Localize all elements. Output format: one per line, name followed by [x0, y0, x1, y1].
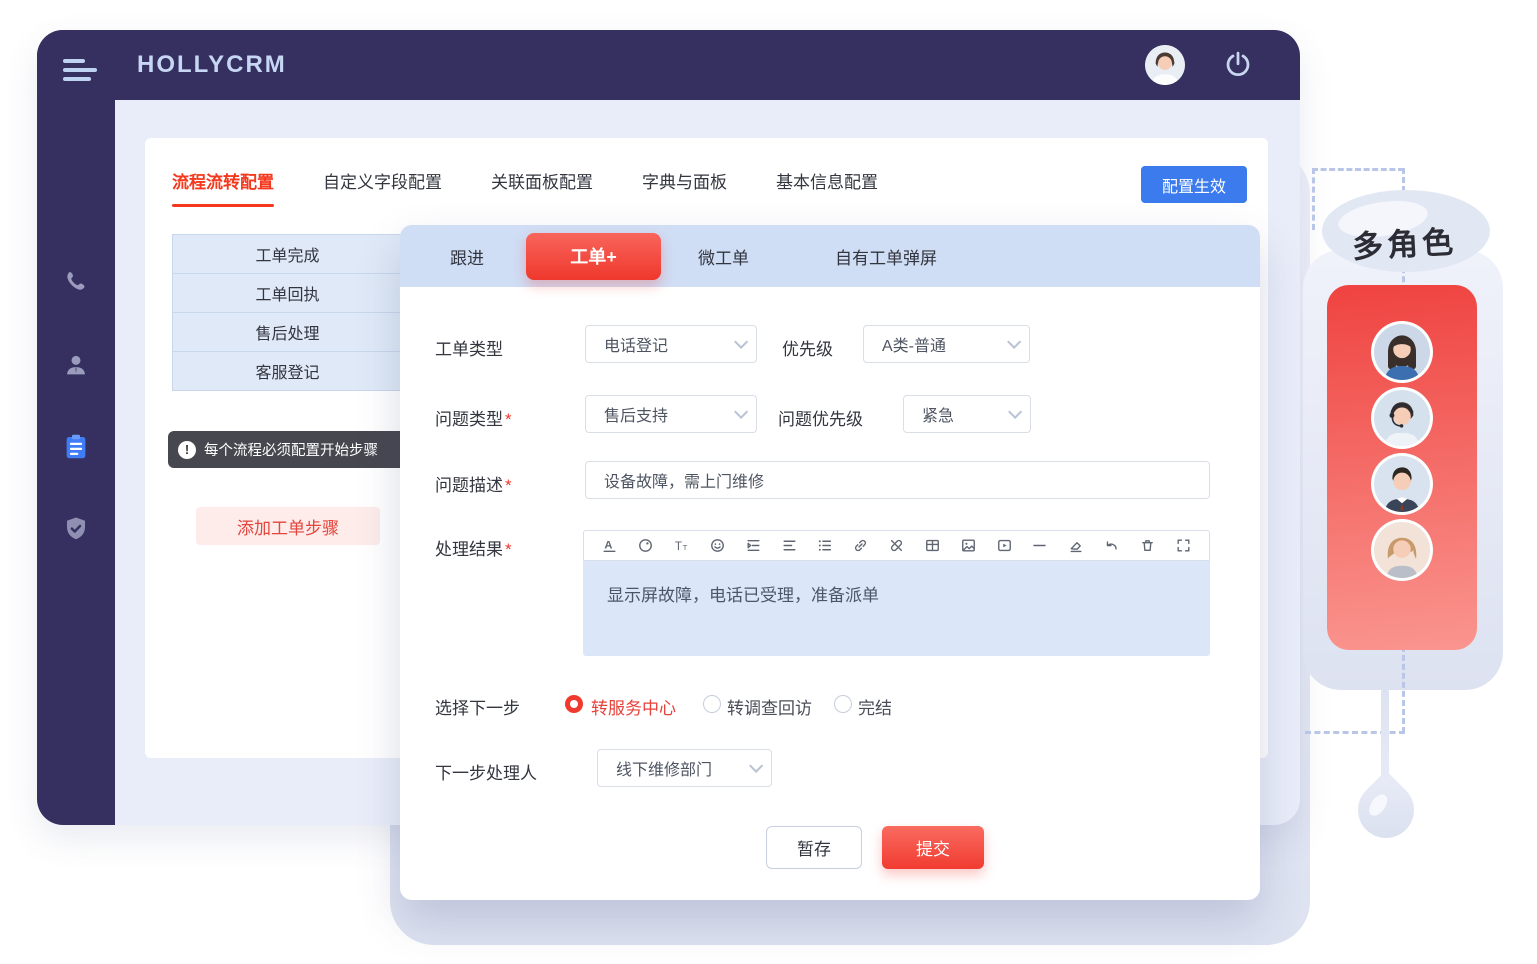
image-icon[interactable]: [952, 534, 984, 558]
next-handler-label: 下一步处理人: [435, 759, 537, 784]
save-draft-button[interactable]: 暂存: [766, 826, 862, 869]
roles-panel: [1327, 285, 1477, 650]
align-icon[interactable]: [773, 534, 805, 558]
chevron-down-icon: [734, 335, 748, 349]
table-icon[interactable]: [916, 534, 948, 558]
fullscreen-icon[interactable]: [1167, 534, 1199, 558]
tab-basic-info[interactable]: 基本信息配置: [776, 168, 878, 207]
radio-service-center-label[interactable]: 转服务中心: [591, 694, 676, 719]
editor-content[interactable]: 显示屏故障，电话已受理，准备派单: [583, 561, 1210, 656]
flow-item-register[interactable]: 客服登记: [172, 351, 403, 391]
warning-icon: !: [178, 441, 196, 459]
radio-finish-label[interactable]: 完结: [858, 694, 892, 719]
tab-linked-panel[interactable]: 关联面板配置: [491, 168, 593, 207]
sidebar-icons: [37, 242, 115, 570]
drip-stem: [1381, 688, 1389, 784]
radio-finish[interactable]: [834, 695, 852, 713]
dashed-guide-bottom: [1305, 731, 1405, 734]
ticket-type-select[interactable]: 电话登记: [585, 325, 757, 363]
svg-text:A: A: [605, 540, 613, 552]
radio-survey-callback-label[interactable]: 转调查回访: [727, 694, 812, 719]
phone-icon[interactable]: [37, 242, 115, 324]
agent-female-short-hair-avatar[interactable]: [1371, 519, 1433, 581]
issue-type-label: 问题类型*: [435, 405, 512, 430]
radio-service-center[interactable]: [565, 695, 583, 713]
workorder-icon[interactable]: [37, 406, 115, 488]
screen: 多角色 HOLLYCRM 流程流转配置 自定义字段配置: [0, 0, 1537, 964]
issue-priority-label: 问题优先级: [778, 405, 863, 430]
workorder-modal: 跟进 工单+ 微工单 自有工单弹屏 工单类型 电话登记 优先级 A类-普通 问题…: [400, 225, 1260, 900]
tab-custom-fields[interactable]: 自定义字段配置: [323, 168, 442, 207]
chevron-down-icon: [734, 405, 748, 419]
eraser-icon[interactable]: [1060, 534, 1092, 558]
priority-label: 优先级: [782, 335, 833, 360]
modal-tab-popup[interactable]: 自有工单弹屏: [835, 244, 937, 269]
agent-female-long-hair-avatar[interactable]: [1371, 321, 1433, 383]
chevron-down-icon: [749, 759, 763, 773]
warning-tooltip: ! 每个流程必须配置开始步骤: [168, 431, 413, 468]
page-tabs: 流程流转配置 自定义字段配置 关联面板配置 字典与面板 基本信息配置: [172, 168, 927, 207]
svg-text:T: T: [675, 540, 682, 553]
modal-tab-workorder[interactable]: 工单+: [526, 233, 661, 280]
issue-desc-label: 问题描述*: [435, 471, 512, 496]
menu-icon[interactable]: [63, 59, 97, 85]
result-label: 处理结果*: [435, 535, 512, 560]
apply-config-button[interactable]: 配置生效: [1141, 166, 1247, 203]
issue-desc-input[interactable]: [585, 461, 1210, 499]
flow-item-aftersales[interactable]: 售后处理: [172, 312, 403, 352]
delete-icon[interactable]: [1131, 534, 1163, 558]
svg-text:T: T: [683, 543, 688, 552]
power-icon[interactable]: [1223, 50, 1253, 80]
submit-button[interactable]: 提交: [882, 826, 984, 869]
radio-survey-callback[interactable]: [703, 695, 721, 713]
agent-male-suit-avatar[interactable]: [1371, 453, 1433, 515]
font-size-icon[interactable]: TT: [666, 534, 698, 558]
priority-select[interactable]: A类-普通: [863, 325, 1030, 363]
dashed-guide-top: [1312, 168, 1404, 171]
unlink-icon[interactable]: [881, 534, 913, 558]
shield-icon[interactable]: [37, 488, 115, 570]
list-icon[interactable]: [809, 534, 841, 558]
agent-headset-avatar[interactable]: [1371, 387, 1433, 449]
modal-tabs: 跟进 工单+ 微工单 自有工单弹屏: [400, 225, 1260, 287]
link-icon[interactable]: [845, 534, 877, 558]
font-style-icon[interactable]: A: [594, 534, 626, 558]
emoji-icon[interactable]: [701, 534, 733, 558]
ticket-type-label: 工单类型: [435, 335, 503, 360]
flow-step-list: 工单完成 工单回执 售后处理 客服登记: [172, 235, 403, 391]
warning-text: 每个流程必须配置开始步骤: [204, 439, 378, 460]
next-handler-select[interactable]: 线下维修部门: [597, 749, 772, 787]
modal-tab-follow[interactable]: 跟进: [450, 244, 484, 269]
divider-icon[interactable]: [1024, 534, 1056, 558]
user-avatar[interactable]: [1145, 45, 1185, 85]
video-icon[interactable]: [988, 534, 1020, 558]
editor-toolbar: A TT: [583, 530, 1210, 561]
add-step-button[interactable]: 添加工单步骤: [196, 507, 380, 545]
chevron-down-icon: [1008, 405, 1022, 419]
next-step-label: 选择下一步: [435, 694, 520, 719]
dashed-guide-left: [1312, 168, 1315, 230]
flow-item-complete[interactable]: 工单完成: [172, 234, 403, 274]
flow-item-receipt[interactable]: 工单回执: [172, 273, 403, 313]
user-icon[interactable]: [37, 324, 115, 406]
indent-icon[interactable]: [737, 534, 769, 558]
tab-flow-config[interactable]: 流程流转配置: [172, 168, 274, 207]
app-logo: HOLLYCRM: [137, 51, 287, 79]
annotation-title: 多角色: [1351, 216, 1458, 266]
chevron-down-icon: [1007, 335, 1021, 349]
tab-dictionary[interactable]: 字典与面板: [642, 168, 727, 207]
issue-type-select[interactable]: 售后支持: [585, 395, 757, 433]
modal-tab-micro[interactable]: 微工单: [698, 244, 749, 269]
color-palette-icon[interactable]: [630, 534, 662, 558]
issue-priority-select[interactable]: 紧急: [903, 395, 1031, 433]
undo-icon[interactable]: [1096, 534, 1128, 558]
